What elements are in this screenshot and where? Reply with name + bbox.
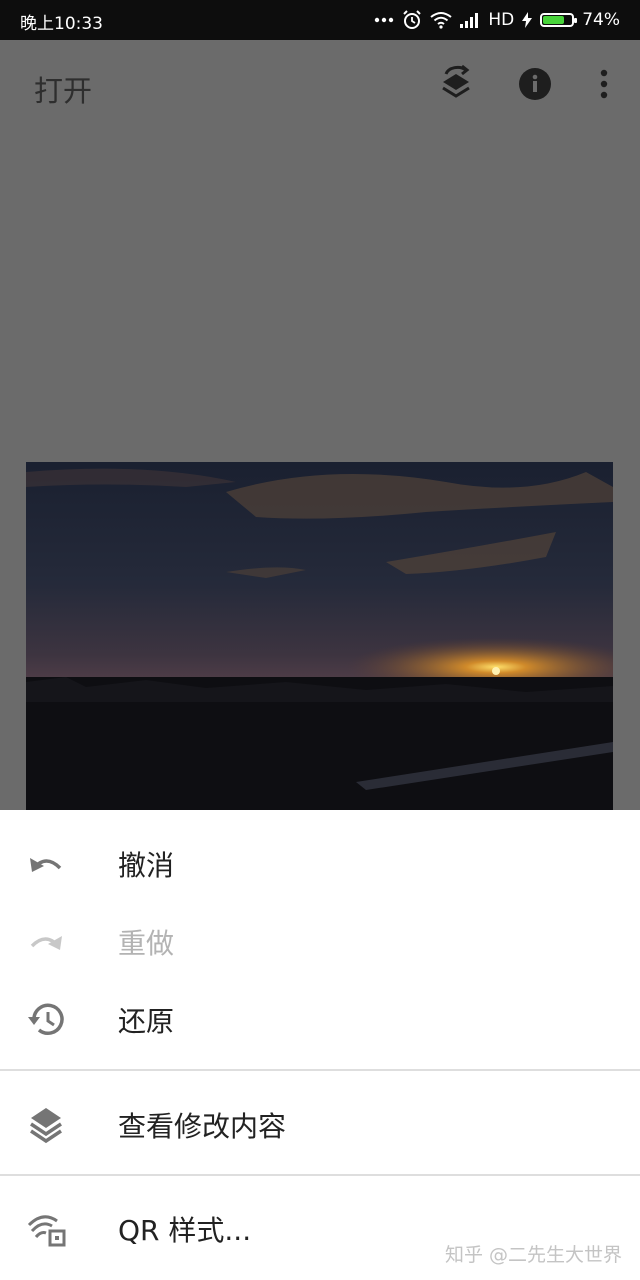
battery-percent: 74% [582,10,620,30]
view-edits-label: 查看修改内容 [118,1110,287,1143]
battery-icon [540,13,578,27]
layers-icon [26,1105,66,1145]
menu-divider [0,1069,640,1071]
screen: 晚上10:33 HD 74% 打开 撤消 重做 还原 查看修改内容 QR 样式.… [0,0,640,1280]
history-icon [26,1000,66,1040]
info-icon [518,67,552,105]
charging-bolt-icon [522,12,533,28]
open-title-button[interactable]: 打开 [34,68,92,110]
status-bar: 晚上10:33 HD 74% [0,0,640,40]
wifi-icon [430,11,452,29]
undo-label: 撤消 [118,849,175,882]
more-vert-icon [600,69,608,103]
redo-label: 重做 [118,927,175,960]
redo-menu-item[interactable]: 重做 [0,903,640,981]
layers-swap-icon [439,64,473,108]
more-options-button[interactable] [582,64,626,108]
sunset-photo [26,462,613,812]
alarm-icon [402,10,422,30]
redo-icon [26,922,66,962]
revert-label: 还原 [118,1005,175,1038]
revert-menu-item[interactable]: 还原 [0,981,640,1059]
undo-icon [26,844,66,884]
status-icons: HD 74% [374,0,620,40]
options-bottom-sheet: 撤消 重做 还原 查看修改内容 QR 样式... 知乎 @二先生大世界 [0,810,640,1280]
watermark-text: 知乎 @二先生大世界 [444,1244,622,1266]
qr-style-icon [26,1209,66,1249]
menu-divider [0,1174,640,1176]
signal-icon [460,12,480,28]
undo-menu-item[interactable]: 撤消 [0,825,640,903]
info-button[interactable] [513,64,557,108]
network-label: HD [488,10,515,30]
app-bar: 打开 [0,40,640,132]
layers-swap-button[interactable] [434,64,478,108]
view-edits-menu-item[interactable]: 查看修改内容 [0,1086,640,1164]
qr-style-label: QR 样式... [118,1214,252,1247]
status-time: 晚上10:33 [20,14,103,34]
battery-level-fill [543,16,565,24]
more-dots-icon [374,17,394,23]
